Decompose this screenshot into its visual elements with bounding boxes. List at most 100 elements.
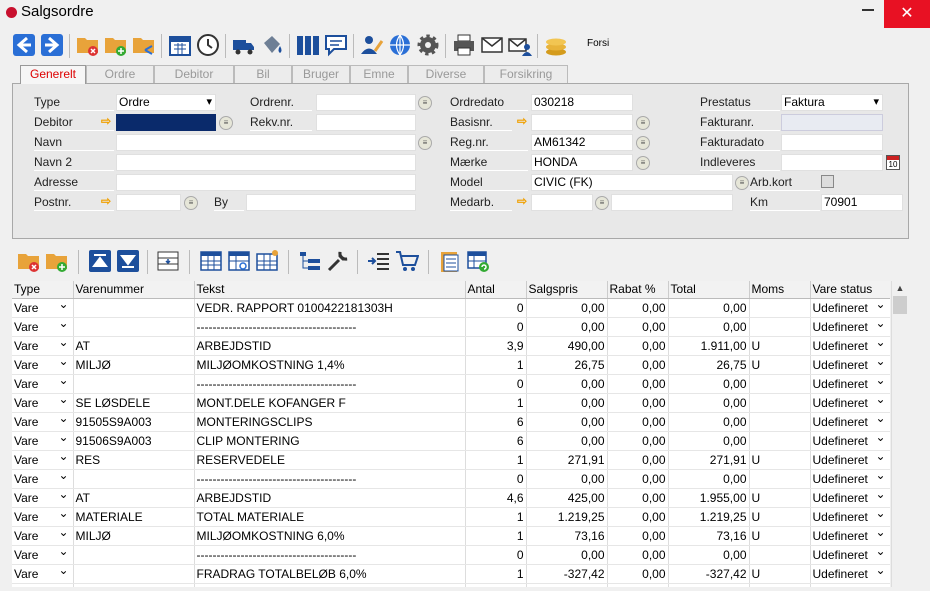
col-header-antal[interactable]: Antal [465,281,527,299]
coins-icon[interactable] [544,33,568,57]
cell-moms[interactable]: U [749,488,811,508]
regnr-lookup-icon[interactable]: ≡ [636,136,650,150]
cell-salgspris[interactable]: 0,00 [526,317,608,337]
cell-vare-status[interactable]: Udefineret [810,317,890,337]
cell-tekst[interactable]: MILJØOMKOSTNING 6,0% [194,526,466,546]
cell-type[interactable]: Vare [12,450,74,470]
cell-salgspris[interactable]: 1.219,25 [526,507,608,527]
table-star-icon[interactable] [255,249,279,273]
cell-tekst[interactable]: VEDR. RAPPORT 0100422181303H [194,298,466,318]
cell-total[interactable]: 73,16 [668,526,750,546]
cell-tekst[interactable]: ---------------------------------------- [194,374,466,394]
cell-total[interactable]: 0,00 [668,431,750,451]
cell-rabat[interactable]: 0,00 [607,336,669,356]
table-row[interactable]: VareRESRESERVEDELE1271,910,00271,91UUdef… [12,450,890,470]
cell-tekst[interactable]: TOTAL MATERIALE [194,507,466,527]
paint-bucket-icon[interactable] [260,33,284,57]
cell-antal[interactable]: 0 [465,374,527,394]
tab-forsikring[interactable]: Forsikring [484,65,568,83]
table-row[interactable]: VareMILJØMILJØOMKOSTNING 6,0%173,160,007… [12,526,890,546]
cell-antal[interactable]: 3,9 [465,336,527,356]
km-field[interactable]: 70901 [821,194,903,211]
cell-tekst[interactable]: MONT.DELE KOFANGER F [194,393,466,413]
cell-total[interactable]: 1.911,00 [668,336,750,356]
cell-salgspris[interactable]: 0,00 [526,545,608,565]
cell-antal[interactable]: 1 [465,450,527,470]
cell-tekst[interactable]: ARBEJDSTID [194,336,466,356]
cell-varenummer[interactable] [73,469,195,489]
clock-icon[interactable] [196,33,220,57]
cell-moms[interactable]: U [749,450,811,470]
folder-delete-icon[interactable] [17,249,41,273]
cell-total[interactable]: 26,75 [668,355,750,375]
ordrenr-lookup-icon[interactable]: ≡ [418,96,432,110]
minimize-button[interactable] [862,9,874,11]
cell-rabat[interactable]: 0,00 [607,298,669,318]
cell-varenummer[interactable]: MILJØ [73,355,195,375]
shopping-cart-icon[interactable] [395,249,419,273]
folder-delete-icon[interactable] [76,33,100,57]
cell-antal[interactable]: 1 [465,564,527,584]
model-lookup-icon[interactable]: ≡ [735,176,749,190]
indleveres-field[interactable] [781,154,883,171]
table-row[interactable]: Vare91505S9A003MONTERINGSCLIPS60,000,000… [12,412,890,432]
cell-rabat[interactable]: 0,00 [607,374,669,394]
table-row[interactable]: Vare ------------------------------------… [12,317,890,337]
cell-salgspris[interactable]: -327,42 [526,564,608,584]
calendar-icon[interactable] [168,33,192,57]
basisnr-field[interactable] [531,114,633,131]
cell-total[interactable]: 0,00 [668,298,750,318]
folder-add-icon[interactable] [45,249,69,273]
cell-salgspris[interactable]: 0,00 [526,412,608,432]
cell-moms[interactable]: U [749,564,811,584]
cell-vare-status[interactable]: Udefineret [810,412,890,432]
col-header-tekst[interactable]: Tekst [194,281,466,299]
cell-varenummer[interactable]: MILJØ [73,526,195,546]
cell-antal[interactable]: 6 [465,431,527,451]
table-row[interactable]: VareATARBEJDSTID4,6425,000,001.955,00UUd… [12,488,890,508]
cell-salgspris[interactable]: 271,91 [526,450,608,470]
cell-vare-status[interactable]: Udefineret [810,526,890,546]
postnr-lookup-arrow-icon[interactable]: ⇨ [101,194,111,208]
cell-moms[interactable]: U [749,526,811,546]
tab-diverse[interactable]: Diverse [408,65,484,83]
cell-salgspris[interactable]: 0,00 [526,393,608,413]
cell-vare-status[interactable]: Udefineret [810,488,890,508]
postnr-field[interactable] [116,194,181,211]
cell-vare-status[interactable]: Udefineret [810,564,890,584]
cell-rabat[interactable]: 0,00 [607,412,669,432]
tab-ordre[interactable]: Ordre [86,65,154,83]
cell-vare-status[interactable]: Udefineret [810,355,890,375]
gear-icon[interactable] [416,33,440,57]
fakturadato-field[interactable] [781,134,883,151]
cell-type[interactable]: Vare [12,507,74,527]
medarb-lookup-arrow-icon[interactable]: ⇨ [517,194,527,208]
cell-moms[interactable] [749,412,811,432]
cell-antal[interactable]: 1 [465,507,527,527]
tab-generelt[interactable]: Generelt [20,65,86,84]
cell-moms[interactable] [749,374,811,394]
tab-bruger[interactable]: Bruger [292,65,350,83]
vertical-scrollbar[interactable]: ▲ [891,281,908,587]
table-refresh-icon[interactable] [466,249,490,273]
tab-debitor[interactable]: Debitor [154,65,234,83]
cell-type[interactable]: Vare [12,298,74,318]
binders-icon[interactable] [296,33,320,57]
truck-icon[interactable] [232,33,256,57]
cell-antal[interactable]: 1 [465,355,527,375]
cell-total[interactable]: -327,42 [668,564,750,584]
table-row[interactable]: VareMATERIALETOTAL MATERIALE11.219,250,0… [12,507,890,527]
folder-add-icon[interactable] [104,33,128,57]
cell-salgspris[interactable]: 0,00 [526,431,608,451]
model-field[interactable]: CIVIC (FK) [531,174,733,191]
table-icon[interactable] [199,249,223,273]
cell-tekst[interactable]: ---------------------------------------- [194,545,466,565]
cell-type[interactable]: Vare [12,336,74,356]
mail-user-icon[interactable] [508,33,532,57]
cell-total[interactable]: 0,00 [668,374,750,394]
forward-icon[interactable] [40,33,64,57]
cell-vare-status[interactable]: Udefineret [810,393,890,413]
cell-tekst[interactable]: MONTERINGSCLIPS [194,412,466,432]
medarb-lookup-icon[interactable]: ≡ [595,196,609,210]
by-field[interactable] [246,194,416,211]
